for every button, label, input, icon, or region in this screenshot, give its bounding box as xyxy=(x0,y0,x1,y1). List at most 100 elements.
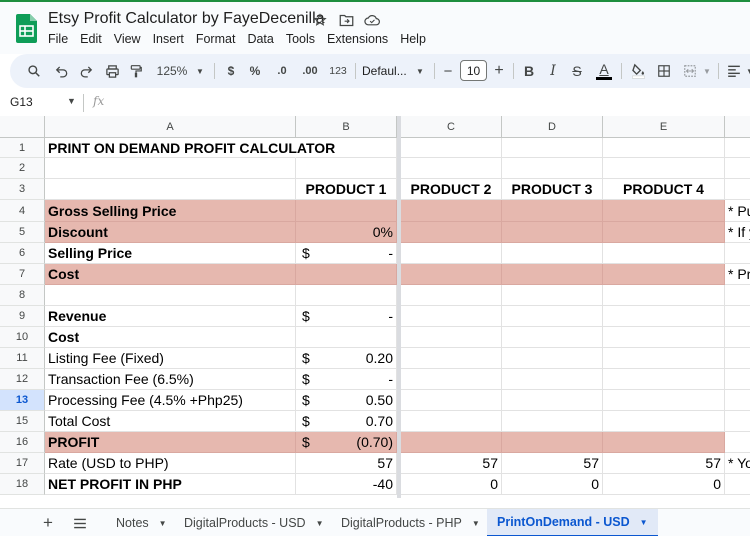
cell-d15[interactable] xyxy=(502,411,603,432)
cell-b11[interactable]: $0.20 xyxy=(296,348,397,369)
cell-f4[interactable]: * Pu xyxy=(725,200,750,222)
cell-d9[interactable] xyxy=(502,306,603,327)
cell-e2[interactable] xyxy=(603,158,725,179)
cell-c15[interactable] xyxy=(401,411,502,432)
cell-b13[interactable]: $0.50 xyxy=(296,390,397,411)
menu-format[interactable]: Format xyxy=(190,32,242,46)
print-icon[interactable] xyxy=(102,54,122,88)
cell-e6[interactable] xyxy=(603,243,725,264)
cell-b8[interactable] xyxy=(296,285,397,306)
more-formats-button[interactable]: 123 xyxy=(326,54,350,88)
cell-b15[interactable]: $0.70 xyxy=(296,411,397,432)
cell-e8[interactable] xyxy=(603,285,725,306)
cell-c3[interactable]: PRODUCT 2 xyxy=(401,179,502,200)
cell-f2[interactable] xyxy=(725,158,750,179)
decrease-decimal-button[interactable]: .0 xyxy=(270,54,294,88)
cell-e11[interactable] xyxy=(603,348,725,369)
cell-d3[interactable]: PRODUCT 3 xyxy=(502,179,603,200)
paint-format-icon[interactable] xyxy=(126,54,146,88)
bold-button[interactable]: B xyxy=(520,54,538,88)
spreadsheet-grid[interactable]: A B C D E 1 PRINT ON DEMAND PROFIT CALCULATOR 2… xyxy=(0,116,750,498)
undo-icon[interactable] xyxy=(52,54,72,88)
menu-view[interactable]: View xyxy=(108,32,147,46)
cell-e16[interactable] xyxy=(603,432,725,453)
cell-e1[interactable] xyxy=(603,138,725,158)
cell-e5[interactable] xyxy=(603,222,725,243)
cell-e12[interactable] xyxy=(603,369,725,390)
cell-c17[interactable]: 57 xyxy=(401,453,502,474)
cell-f11[interactable] xyxy=(725,348,750,369)
sheet-tab-digitalproducts-php[interactable]: DigitalProducts - PHP ▼ xyxy=(331,509,490,536)
cell-f5[interactable]: * If y xyxy=(725,222,750,243)
cell-b4[interactable] xyxy=(296,200,397,222)
cell-a1[interactable]: PRINT ON DEMAND PROFIT CALCULATOR xyxy=(45,138,335,158)
cell-c13[interactable] xyxy=(401,390,502,411)
cell-c9[interactable] xyxy=(401,306,502,327)
star-icon[interactable] xyxy=(312,12,328,28)
column-header-e[interactable]: E xyxy=(603,116,725,138)
column-header-f[interactable] xyxy=(725,116,750,138)
currency-format-button[interactable]: $ xyxy=(222,54,240,88)
sheet-tab-caret-icon[interactable]: ▼ xyxy=(159,519,167,528)
cell-b9[interactable]: $ - xyxy=(296,306,397,327)
sheet-tab-notes[interactable]: Notes ▼ xyxy=(106,509,177,536)
cell-f9[interactable] xyxy=(725,306,750,327)
zoom-caret-icon[interactable]: ▼ xyxy=(193,54,207,88)
cell-d5[interactable] xyxy=(502,222,603,243)
cell-e7[interactable] xyxy=(603,264,725,285)
google-sheets-logo-icon[interactable] xyxy=(16,14,37,43)
cell-f8[interactable] xyxy=(725,285,750,306)
row-header[interactable]: 8 xyxy=(0,285,45,306)
cell-b5[interactable]: 0% xyxy=(296,222,397,243)
cell-c1[interactable] xyxy=(401,138,502,158)
row-header[interactable]: 4 xyxy=(0,200,45,222)
cell-b2[interactable] xyxy=(296,158,397,179)
decrease-font-size-button[interactable]: − xyxy=(440,54,456,88)
cell-f10[interactable] xyxy=(725,327,750,348)
cell-b17[interactable]: 57 xyxy=(296,453,397,474)
document-title[interactable]: Etsy Profit Calculator by FayeDecenilla xyxy=(48,10,325,28)
row-header[interactable]: 18 xyxy=(0,474,45,495)
menu-data[interactable]: Data xyxy=(241,32,279,46)
sheet-tab-caret-icon[interactable]: ▼ xyxy=(472,519,480,528)
cell-a3[interactable] xyxy=(45,179,296,200)
cell-b7[interactable] xyxy=(296,264,397,285)
cell-d8[interactable] xyxy=(502,285,603,306)
cell-c6[interactable] xyxy=(401,243,502,264)
cell-b12[interactable]: $ - xyxy=(296,369,397,390)
cell-c18[interactable]: 0 xyxy=(401,474,502,495)
cell-b6[interactable]: $ - xyxy=(296,243,397,264)
cell-f18[interactable] xyxy=(725,474,750,495)
cell-c5[interactable] xyxy=(401,222,502,243)
search-menus-icon[interactable] xyxy=(24,54,44,88)
borders-icon[interactable] xyxy=(654,54,674,88)
column-header-a[interactable]: A xyxy=(45,116,296,138)
row-header[interactable]: 10 xyxy=(0,327,45,348)
menu-help[interactable]: Help xyxy=(394,32,432,46)
cell-d2[interactable] xyxy=(502,158,603,179)
cell-c7[interactable] xyxy=(401,264,502,285)
row-header[interactable]: 5 xyxy=(0,222,45,243)
merge-caret-icon[interactable]: ▼ xyxy=(701,54,713,88)
row-header[interactable]: 6 xyxy=(0,243,45,264)
menu-extensions[interactable]: Extensions xyxy=(321,32,394,46)
menu-insert[interactable]: Insert xyxy=(147,32,190,46)
row-header[interactable]: 17 xyxy=(0,453,45,474)
row-header[interactable]: 2 xyxy=(0,158,45,179)
cell-d10[interactable] xyxy=(502,327,603,348)
cell-e18[interactable]: 0 xyxy=(603,474,725,495)
column-header-c[interactable]: C xyxy=(401,116,502,138)
cell-e13[interactable] xyxy=(603,390,725,411)
cell-f17[interactable]: * Yo xyxy=(725,453,750,474)
column-header-b[interactable]: B xyxy=(296,116,397,138)
cell-d12[interactable] xyxy=(502,369,603,390)
name-box[interactable]: G13 xyxy=(10,95,33,109)
redo-icon[interactable] xyxy=(76,54,96,88)
select-all-corner[interactable] xyxy=(0,116,45,138)
cell-d18[interactable]: 0 xyxy=(502,474,603,495)
cell-d11[interactable] xyxy=(502,348,603,369)
cell-f15[interactable] xyxy=(725,411,750,432)
row-header[interactable]: 3 xyxy=(0,179,45,200)
strikethrough-button[interactable]: S xyxy=(568,54,586,88)
cell-f1[interactable] xyxy=(725,138,750,158)
